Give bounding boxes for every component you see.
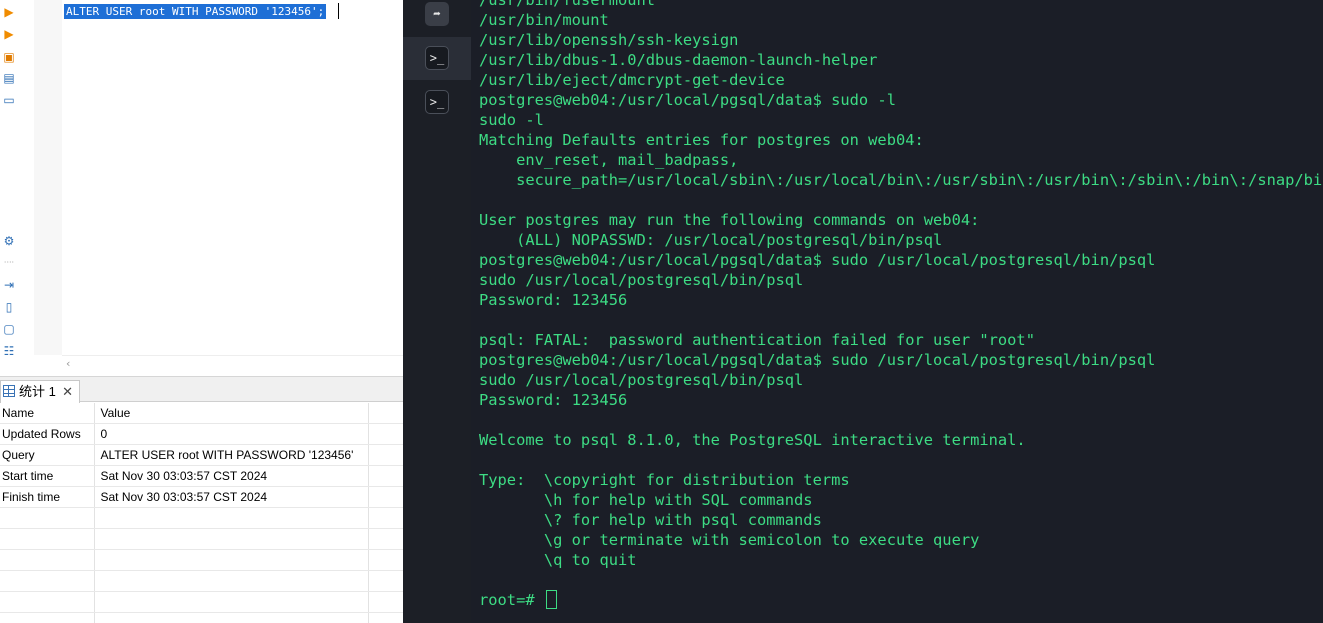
terminal-line: \g or terminate with semicolon to execut… xyxy=(479,531,980,549)
horizontal-scrollbar[interactable]: ‹ xyxy=(62,355,403,371)
terminal-line: Type: \copyright for distribution terms xyxy=(479,471,850,489)
terminal-line: /usr/lib/eject/dmcrypt-get-device xyxy=(479,71,785,89)
separator-dots: ···· xyxy=(3,258,15,267)
terminal-line: sudo /usr/local/postgresql/bin/psql xyxy=(479,271,804,289)
grid-icon xyxy=(3,385,15,397)
format-icon[interactable]: ☷ xyxy=(2,344,16,358)
settings-icon[interactable]: ⚙ xyxy=(2,234,16,248)
column-header-empty xyxy=(368,403,403,424)
editor-toolbar: ▶ ▶ ▣ ▤ ▭ ⚙ ···· ⇥ ▯ ▢ ☷ xyxy=(0,0,20,378)
terminal-line: postgres@web04:/usr/local/pgsql/data$ su… xyxy=(479,91,896,109)
row-name[interactable]: Finish time xyxy=(0,486,95,508)
terminal-line: User postgres may run the following comm… xyxy=(479,211,980,229)
terminal-icon[interactable]: >_ xyxy=(425,90,449,114)
terminal-line: /usr/bin/fusermount xyxy=(479,0,656,9)
tab-label: 统计 1 xyxy=(19,384,56,399)
column-header-name[interactable]: Name xyxy=(0,403,95,424)
row-name[interactable]: Updated Rows xyxy=(0,423,95,445)
empty-row xyxy=(0,549,403,571)
sql-text-area[interactable] xyxy=(62,0,403,355)
terminal-line: postgres@web04:/usr/local/pgsql/data$ su… xyxy=(479,251,1156,269)
terminal-sidebar: ➦ >_ >_ xyxy=(403,0,471,623)
terminal-line: Password: 123456 xyxy=(479,391,628,409)
sftp-icon[interactable]: ➦ xyxy=(425,2,449,26)
terminal-line: Matching Defaults entries for postgres o… xyxy=(479,131,924,149)
run-step-icon[interactable]: ▶ xyxy=(2,27,16,41)
explain-icon[interactable]: ▤ xyxy=(2,71,16,85)
terminal-output[interactable]: /usr/bin/fusermount/usr/bin/mount/usr/li… xyxy=(471,0,1323,623)
table-row[interactable]: Start time Sat Nov 30 03:03:57 CST 2024 xyxy=(0,465,403,487)
table-row[interactable]: Finish time Sat Nov 30 03:03:57 CST 2024 xyxy=(0,486,403,508)
empty-row xyxy=(0,507,403,529)
export-icon[interactable]: ⇥ xyxy=(2,278,16,292)
empty-row xyxy=(0,591,403,613)
terminal-line: secure_path=/usr/local/sbin\:/usr/local/… xyxy=(479,171,1323,189)
terminal-line: sudo /usr/local/postgresql/bin/psql xyxy=(479,371,804,389)
line-number-column xyxy=(34,0,62,355)
terminal-cursor xyxy=(545,590,557,609)
table-header-row: Name Value xyxy=(0,403,403,424)
terminal-line: /usr/lib/dbus-1.0/dbus-daemon-launch-hel… xyxy=(479,51,878,69)
terminal-line: postgres@web04:/usr/local/pgsql/data$ su… xyxy=(479,351,1156,369)
row-name[interactable]: Query xyxy=(0,444,95,466)
terminal-line: /usr/bin/mount xyxy=(479,11,609,29)
close-icon[interactable]: ✕ xyxy=(62,381,73,402)
terminal-line: psql: FATAL: password authentication fai… xyxy=(479,331,1035,349)
selected-sql-statement[interactable]: ALTER USER root WITH PASSWORD '123456'; xyxy=(64,4,327,19)
table-row[interactable]: Updated Rows 0 xyxy=(0,423,403,445)
text-caret xyxy=(338,3,339,19)
tab-statistics[interactable]: 统计 1 ✕ xyxy=(0,380,80,403)
scroll-left-icon[interactable]: ‹ xyxy=(66,357,70,370)
terminal-line: Password: 123456 xyxy=(479,291,628,309)
terminal-line: root=# xyxy=(479,590,1323,610)
result-tab-bar: 统计 1 ✕ xyxy=(0,376,403,403)
terminal-line: env_reset, mail_badpass, xyxy=(479,151,739,169)
column-header-value[interactable]: Value xyxy=(94,403,369,424)
terminal-icon[interactable]: >_ xyxy=(425,46,449,70)
terminal-line: sudo -l xyxy=(479,111,544,129)
sql-editor-window: ▶ ▶ ▣ ▤ ▭ ⚙ ···· ⇥ ▯ ▢ ☷ ALTER USER root… xyxy=(0,0,403,623)
terminal-line: \h for help with SQL commands xyxy=(479,491,813,509)
row-value[interactable]: ALTER USER root WITH PASSWORD '123456' xyxy=(94,444,369,466)
terminal-line: (ALL) NOPASSWD: /usr/local/postgresql/bi… xyxy=(479,231,943,249)
code-icon[interactable]: ▢ xyxy=(2,322,16,336)
terminal-line: \q to quit xyxy=(479,551,637,569)
row-name[interactable]: Start time xyxy=(0,465,95,487)
new-file-icon[interactable]: ▯ xyxy=(2,300,16,314)
table-row[interactable]: Query ALTER USER root WITH PASSWORD '123… xyxy=(0,444,403,466)
empty-row xyxy=(0,612,403,623)
empty-row xyxy=(0,528,403,550)
row-value[interactable]: Sat Nov 30 03:03:57 CST 2024 xyxy=(94,465,369,487)
terminal-line: /usr/lib/openssh/ssh-keysign xyxy=(479,31,739,49)
run-icon[interactable]: ▶ xyxy=(2,5,16,19)
row-value[interactable]: Sat Nov 30 03:03:57 CST 2024 xyxy=(94,486,369,508)
terminal-line: Welcome to psql 8.1.0, the PostgreSQL in… xyxy=(479,431,1026,449)
result-table: Name Value Updated Rows 0 Query ALTER US… xyxy=(0,403,403,623)
save-icon[interactable]: ▣ xyxy=(2,50,16,64)
terminal-icon[interactable]: ▭ xyxy=(2,93,16,107)
terminal-line: \? for help with psql commands xyxy=(479,511,822,529)
row-value[interactable]: 0 xyxy=(94,423,369,445)
terminal-lines: /usr/bin/fusermount/usr/bin/mount/usr/li… xyxy=(479,0,1323,610)
empty-row xyxy=(0,570,403,592)
